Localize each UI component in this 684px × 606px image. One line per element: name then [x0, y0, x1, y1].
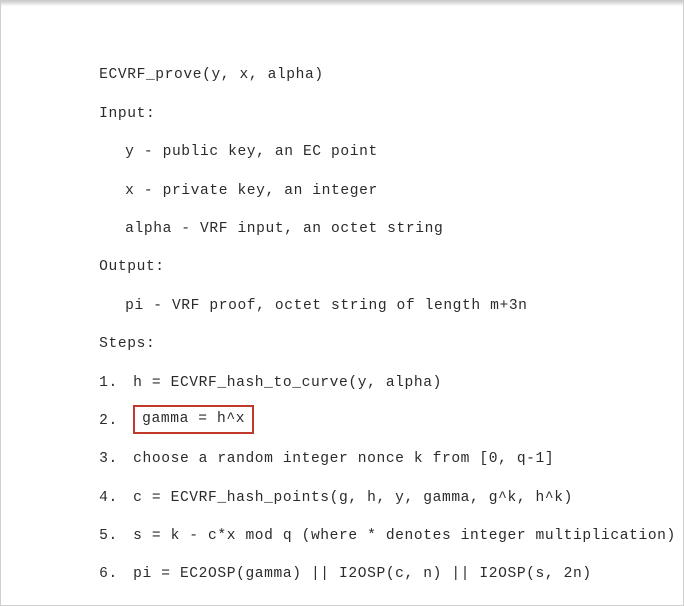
- input-param-row: x - private key, an integer: [1, 133, 683, 199]
- step-number: 7.: [99, 594, 133, 606]
- input-section-label: Input:: [1, 56, 683, 122]
- step-row: 3. choose a random integer nonce k from […: [1, 402, 683, 467]
- function-signature-line: ECVRF_prove(y, x, alpha): [1, 18, 683, 83]
- step-row: 6. pi = EC2OSP(gamma) || I2OSP(c, n) || I…: [1, 517, 683, 582]
- pseudocode-block: ECVRF_prove(y, x, alpha) Input: y - publ…: [1, 6, 683, 605]
- document-frame: ECVRF_prove(y, x, alpha) Input: y - publ…: [0, 0, 684, 606]
- steps-section-label: Steps:: [1, 287, 683, 352]
- input-param-row: y - public key, an EC point: [1, 95, 683, 160]
- output-section-label: Output:: [1, 210, 683, 275]
- output-param-row: pi - VRF proof, octet string of length m…: [1, 248, 683, 314]
- step-row: 1. h = ECVRF_hash_to_curve(y, alpha): [1, 325, 683, 391]
- step-row: 2. gamma = h^x: [1, 364, 683, 434]
- step-row: 7.Output pi: [1, 555, 683, 606]
- step-row: 5. s = k - c*x mod q (where * denotes int…: [1, 479, 683, 544]
- input-param-row: alpha - VRF input, an octet string: [1, 172, 683, 237]
- step-row: 4. c = ECVRF_hash_points(g, h, y, gamma, …: [1, 440, 683, 506]
